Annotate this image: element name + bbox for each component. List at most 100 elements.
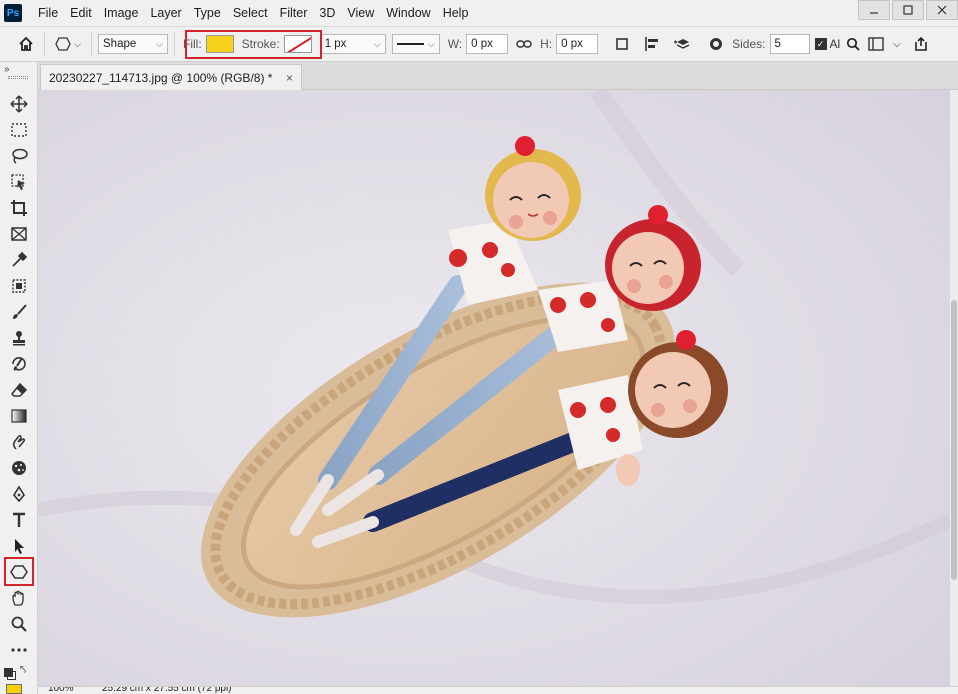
tool-mode-value: Shape <box>103 38 137 50</box>
separator <box>91 32 92 56</box>
object-selection-tool[interactable] <box>4 170 34 194</box>
object-selection-icon <box>11 174 25 190</box>
home-icon <box>19 36 33 51</box>
scrollbar-thumb[interactable] <box>951 300 957 580</box>
fill-stroke-highlight <box>185 30 322 59</box>
sponge-tool[interactable] <box>4 456 34 480</box>
default-colors-icon[interactable] <box>4 668 13 677</box>
frame-icon <box>11 227 27 241</box>
menu-view[interactable]: View <box>341 0 380 26</box>
path-alignment-button[interactable] <box>640 32 664 56</box>
sponge-icon <box>12 461 26 475</box>
tool-preset-picker[interactable]: ⌵ <box>51 32 85 56</box>
menu-type[interactable]: Type <box>188 0 227 26</box>
canvas[interactable] <box>38 90 950 686</box>
chevron-down-icon[interactable]: ⌵ <box>893 39 901 50</box>
link-dimensions-button[interactable] <box>512 32 536 56</box>
sides-field[interactable]: 5 <box>769 34 810 54</box>
vertical-scrollbar[interactable] <box>950 90 958 686</box>
share-button[interactable] <box>909 32 933 56</box>
menu-file[interactable]: File <box>32 0 64 26</box>
workspace-switcher[interactable] <box>862 32 890 56</box>
move-tool[interactable] <box>4 92 34 116</box>
height-field[interactable]: 0 px <box>556 34 599 54</box>
stroke-width-field[interactable]: 1 px ⌵ <box>319 34 386 54</box>
gear-icon <box>710 38 723 50</box>
panel-collapse-icon[interactable]: » <box>4 64 10 75</box>
search-icon <box>847 37 860 51</box>
menu-layer[interactable]: Layer <box>144 0 187 26</box>
home-button[interactable] <box>14 32 38 56</box>
chevron-down-icon: ⌵ <box>74 38 81 49</box>
eyedropper-tool[interactable] <box>4 248 34 272</box>
panel-grip <box>8 76 28 79</box>
align-edges-checkbox[interactable]: ✓ <box>814 38 827 50</box>
stroke-width-value: 1 px <box>324 38 347 50</box>
share-icon <box>914 36 927 51</box>
zoom-tool[interactable] <box>4 612 34 636</box>
brush-icon <box>13 304 27 319</box>
hand-tool[interactable] <box>4 586 34 610</box>
edit-toolbar-button[interactable] <box>4 638 34 662</box>
more-icon <box>11 648 27 652</box>
separator <box>174 32 175 56</box>
close-window-button[interactable] <box>926 0 958 20</box>
minimize-button[interactable] <box>858 0 890 20</box>
menu-help[interactable]: Help <box>437 0 475 26</box>
hand-icon <box>12 590 24 606</box>
menu-filter[interactable]: Filter <box>274 0 314 26</box>
photo-image <box>38 90 950 686</box>
path-selection-tool[interactable] <box>4 534 34 558</box>
history-brush-icon <box>12 357 26 371</box>
marquee-tool[interactable] <box>4 118 34 142</box>
menu-image[interactable]: Image <box>98 0 145 26</box>
history-brush-tool[interactable] <box>4 352 34 376</box>
path-operations-icon <box>616 38 628 50</box>
crop-icon <box>11 200 27 216</box>
lasso-tool[interactable] <box>4 144 34 168</box>
menu-bar: Ps File Edit Image Layer Type Select Fil… <box>0 0 958 26</box>
path-operations-button[interactable] <box>610 32 634 56</box>
menu-select[interactable]: Select <box>227 0 274 26</box>
eraser-tool[interactable] <box>4 378 34 402</box>
eraser-icon <box>10 382 28 397</box>
arrow-pointer-icon <box>15 539 24 554</box>
foreground-color-swatch[interactable] <box>6 684 22 694</box>
sides-label: Sides: <box>732 37 766 51</box>
type-tool[interactable] <box>4 508 34 532</box>
menu-window[interactable]: Window <box>380 0 436 26</box>
menu-edit[interactable]: Edit <box>64 0 98 26</box>
tool-mode-dropdown[interactable]: Shape ⌵ <box>98 34 168 54</box>
menu-3d[interactable]: 3D <box>313 0 341 26</box>
align-edges-label: Al <box>829 37 841 51</box>
status-bar: 100% 25.29 cm x 27.55 cm (72 ppi) <box>38 686 958 694</box>
photoshop-logo: Ps <box>4 4 22 22</box>
frame-tool[interactable] <box>4 222 34 246</box>
clone-stamp-tool[interactable] <box>4 326 34 350</box>
tools-panel: » ⤣ <box>0 62 38 694</box>
marquee-icon <box>11 123 27 137</box>
align-icon <box>645 37 659 51</box>
move-icon <box>10 95 28 113</box>
search-button[interactable] <box>844 32 862 56</box>
maximize-button[interactable] <box>892 0 924 20</box>
crop-tool[interactable] <box>4 196 34 220</box>
path-arrangement-button[interactable] <box>670 32 694 56</box>
close-tab-icon[interactable]: × <box>286 71 293 85</box>
gradient-tool[interactable] <box>4 404 34 428</box>
polygon-icon <box>55 37 71 51</box>
document-tab[interactable]: 20230227_114713.jpg @ 100% (RGB/8) * × <box>40 64 302 90</box>
stroke-type-dropdown[interactable]: ⌵ <box>391 34 440 54</box>
eyedropper-icon <box>12 251 28 267</box>
width-label: W: <box>447 37 463 51</box>
healing-brush-tool[interactable] <box>4 274 34 298</box>
height-label: H: <box>540 37 553 51</box>
zoom-level[interactable]: 100% <box>48 687 74 694</box>
width-field[interactable]: 0 px <box>466 34 509 54</box>
pen-icon <box>13 485 25 503</box>
smudge-tool[interactable] <box>4 430 34 454</box>
pen-tool[interactable] <box>4 482 34 506</box>
swap-colors-icon[interactable]: ⤣ <box>20 664 26 677</box>
geometry-settings-button[interactable] <box>704 32 728 56</box>
brush-tool[interactable] <box>4 300 34 324</box>
